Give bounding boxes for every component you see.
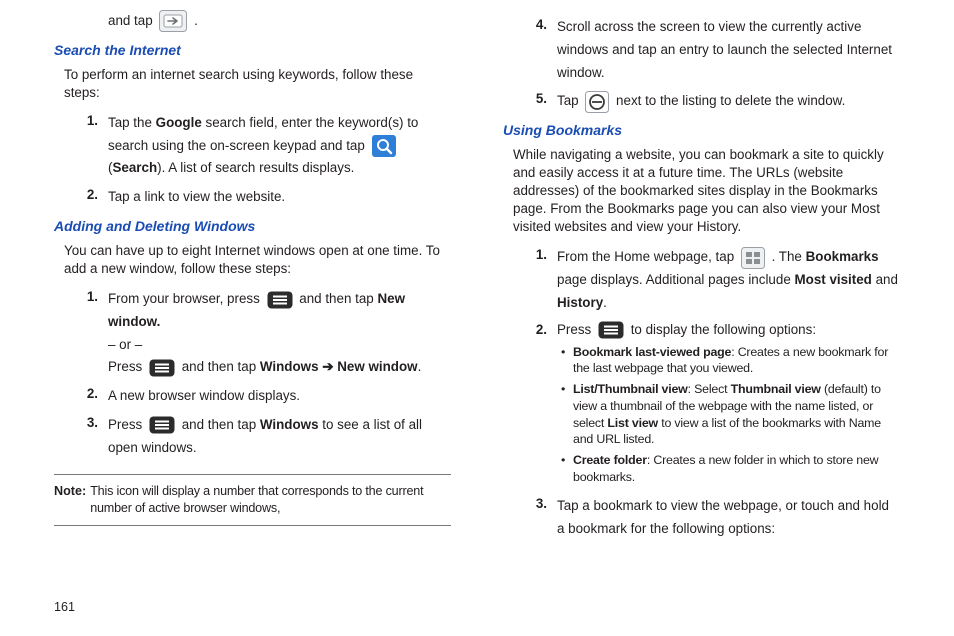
page-number: 161 bbox=[54, 600, 75, 614]
list-item: 3. Press and then tap Windows to see a l… bbox=[76, 414, 451, 460]
heading-search-internet: Search the Internet bbox=[54, 41, 451, 60]
list-item: 1. From the Home webpage, tap . The Book… bbox=[525, 246, 900, 314]
ordered-list: 1. From the Home webpage, tap . The Book… bbox=[525, 246, 900, 541]
list-number: 2. bbox=[76, 186, 98, 209]
list-item: 1. From your browser, press and then tap… bbox=[76, 288, 451, 379]
bookmarks-icon bbox=[741, 247, 765, 269]
note-text: This icon will display a number that cor… bbox=[90, 483, 451, 517]
text: . bbox=[194, 13, 198, 28]
list-item: 2. Press to display the following option… bbox=[525, 321, 900, 490]
menu-icon bbox=[149, 359, 175, 377]
heading-windows: Adding and Deleting Windows bbox=[54, 217, 451, 236]
note-block: Note: This icon will display a number th… bbox=[54, 474, 451, 517]
list-item: 2. Tap a link to view the website. bbox=[76, 186, 451, 209]
left-column: and tap . Search the Internet To perform… bbox=[54, 0, 477, 636]
list-number: 3. bbox=[76, 414, 98, 460]
list-item: 5. Tap next to the listing to delete the… bbox=[525, 90, 900, 113]
menu-icon bbox=[149, 416, 175, 434]
heading-bookmarks: Using Bookmarks bbox=[503, 121, 900, 140]
list-number: 2. bbox=[525, 321, 547, 490]
menu-icon bbox=[267, 291, 293, 309]
list-item: 3. Tap a bookmark to view the webpage, o… bbox=[525, 495, 900, 541]
paragraph: You can have up to eight Internet window… bbox=[64, 242, 451, 278]
menu-icon bbox=[598, 321, 624, 339]
search-icon bbox=[372, 135, 396, 157]
right-column: 4. Scroll across the screen to view the … bbox=[477, 0, 900, 636]
list-item: 4. Scroll across the screen to view the … bbox=[525, 16, 900, 84]
list-number: 4. bbox=[525, 16, 547, 84]
list-number: 1. bbox=[76, 288, 98, 379]
paragraph: To perform an internet search using keyw… bbox=[64, 66, 451, 102]
paragraph: While navigating a website, you can book… bbox=[513, 146, 900, 236]
bullet-list: •Bookmark last-viewed page: Creates a ne… bbox=[561, 344, 900, 486]
list-number: 3. bbox=[525, 495, 547, 541]
list-item: 1. Tap the Google search field, enter th… bbox=[76, 112, 451, 180]
text: and tap bbox=[108, 13, 156, 28]
list-number: 1. bbox=[525, 246, 547, 314]
ordered-list: 1. Tap the Google search field, enter th… bbox=[76, 112, 451, 209]
ordered-list: 1. From your browser, press and then tap… bbox=[76, 288, 451, 459]
list-number: 5. bbox=[525, 90, 547, 113]
ordered-list: 4. Scroll across the screen to view the … bbox=[525, 16, 900, 113]
list-number: 1. bbox=[76, 112, 98, 180]
arrow-right-icon bbox=[159, 10, 187, 32]
list-number: 2. bbox=[76, 385, 98, 408]
close-circle-icon bbox=[585, 91, 609, 113]
note-label: Note: bbox=[54, 483, 86, 517]
list-item: 2. A new browser window displays. bbox=[76, 385, 451, 408]
